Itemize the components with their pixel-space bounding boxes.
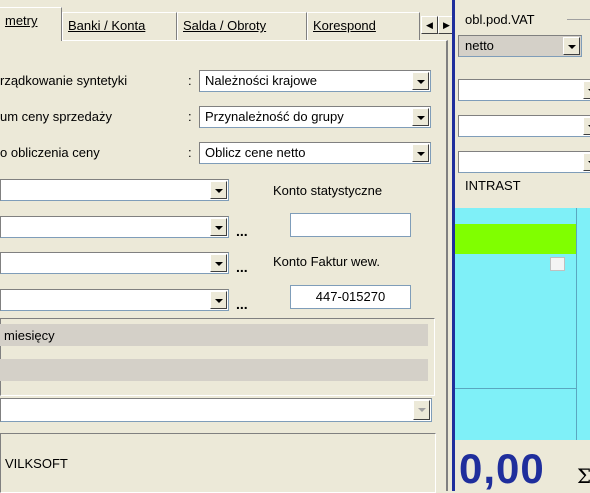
group-border bbox=[567, 19, 590, 20]
vendor-box: VILKSOFT bbox=[0, 433, 436, 493]
tab-scroll-left-icon[interactable]: ◀ bbox=[421, 16, 438, 34]
totals-area: 0,00 Σ bbox=[455, 440, 590, 492]
miesiecy-label: miesięcy bbox=[4, 328, 55, 343]
colon: : bbox=[188, 73, 192, 88]
cena-sprzedazy-label: um ceny sprzedaży bbox=[0, 109, 112, 124]
sigma-icon: Σ bbox=[577, 464, 590, 488]
konto-statystyczne-input[interactable] bbox=[290, 213, 411, 237]
chevron-down-icon[interactable] bbox=[583, 81, 590, 99]
parameters-panel: rządkowanie syntetyki : Należności krajo… bbox=[0, 40, 448, 493]
konto-statystyczne-label: Konto statystyczne bbox=[273, 183, 383, 198]
miesiecy-row-2 bbox=[0, 359, 428, 381]
tab-parametry[interactable]: metry bbox=[0, 7, 62, 41]
chevron-down-icon[interactable] bbox=[412, 108, 429, 126]
konto-browse-button-4[interactable]: ... bbox=[236, 296, 248, 312]
chevron-down-icon[interactable] bbox=[413, 400, 430, 420]
konto-faktur-value: 447-015270 bbox=[315, 289, 386, 304]
chevron-down-icon[interactable] bbox=[583, 117, 590, 135]
vat-value: netto bbox=[465, 38, 494, 53]
intrast-label: INTRAST bbox=[465, 178, 521, 193]
data-grid[interactable] bbox=[455, 208, 590, 440]
chevron-down-icon[interactable] bbox=[412, 72, 429, 90]
konto-faktur-input[interactable]: 447-015270 bbox=[290, 285, 411, 309]
konto-select-3[interactable] bbox=[0, 252, 229, 274]
syntetyka-value: Należności krajowe bbox=[205, 73, 317, 88]
vat-label: obl.pod.VAT bbox=[465, 12, 535, 27]
colon: : bbox=[188, 145, 192, 160]
right-select-3[interactable] bbox=[458, 151, 590, 173]
miesiecy-row: miesięcy bbox=[0, 324, 428, 346]
chevron-down-icon[interactable] bbox=[563, 37, 580, 55]
konto-select-1[interactable] bbox=[0, 179, 229, 201]
chevron-down-icon[interactable] bbox=[210, 254, 227, 272]
konto-browse-button-3[interactable]: ... bbox=[236, 259, 248, 275]
vendor-text: VILKSOFT bbox=[5, 456, 68, 471]
konto-select-2[interactable] bbox=[0, 216, 229, 238]
obliczenia-ceny-value: Oblicz cene netto bbox=[205, 145, 306, 160]
chevron-down-icon[interactable] bbox=[210, 291, 227, 309]
tab-strip: metry Banki / Konta Salda / Obroty Kores… bbox=[0, 0, 455, 41]
chevron-down-icon[interactable] bbox=[583, 153, 590, 171]
cena-sprzedazy-select[interactable]: Przynależność do grupy bbox=[199, 106, 431, 128]
grid-body bbox=[455, 208, 577, 440]
colon: : bbox=[188, 109, 192, 124]
right-select-2[interactable] bbox=[458, 115, 590, 137]
grid-divider bbox=[455, 388, 577, 389]
chevron-down-icon[interactable] bbox=[210, 181, 227, 199]
background-window: obl.pod.VAT netto INTRAST 0,00 Σ bbox=[452, 0, 590, 492]
syntetyka-select[interactable]: Należności krajowe bbox=[199, 70, 431, 92]
konto-faktur-label: Konto Faktur wew. bbox=[273, 254, 380, 269]
konto-browse-button-2[interactable]: ... bbox=[236, 223, 248, 239]
obliczenia-ceny-label: o obliczenia ceny bbox=[0, 145, 100, 160]
right-select-1[interactable] bbox=[458, 79, 590, 101]
cena-sprzedazy-value: Przynależność do grupy bbox=[205, 109, 344, 124]
vat-select[interactable]: netto bbox=[458, 35, 582, 57]
chevron-down-icon[interactable] bbox=[210, 218, 227, 236]
konto-select-4[interactable] bbox=[0, 289, 229, 311]
chevron-down-icon[interactable] bbox=[412, 144, 429, 162]
disabled-select[interactable] bbox=[0, 398, 432, 422]
tab-banki-konta[interactable]: Banki / Konta bbox=[62, 12, 177, 40]
tab-salda-obroty[interactable]: Salda / Obroty bbox=[177, 12, 307, 40]
obliczenia-ceny-select[interactable]: Oblicz cene netto bbox=[199, 142, 431, 164]
tab-korespondencja[interactable]: Korespond bbox=[307, 12, 420, 40]
syntetyka-label: rządkowanie syntetyki bbox=[0, 73, 128, 88]
total-value: 0,00 bbox=[459, 445, 545, 492]
